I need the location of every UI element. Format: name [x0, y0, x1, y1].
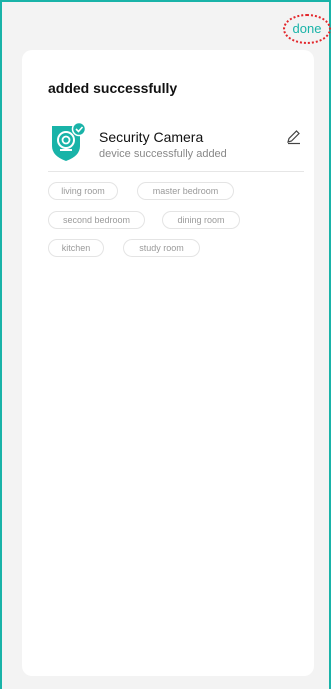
room-chip-study-room[interactable]: study room	[123, 239, 200, 257]
room-chip-second-bedroom[interactable]: second bedroom	[48, 211, 145, 229]
edit-pencil-icon[interactable]	[286, 129, 302, 145]
room-chip-dining-room[interactable]: dining room	[162, 211, 240, 229]
device-status: device successfully added	[99, 148, 227, 160]
security-camera-icon	[52, 122, 87, 161]
device-name: Security Camera	[99, 129, 204, 145]
device-added-card: added successfully Security Camera devic…	[22, 50, 314, 676]
app-frame: done added successfully Security Camera …	[0, 0, 331, 689]
room-chip-master-bedroom[interactable]: master bedroom	[137, 182, 234, 200]
done-button[interactable]: done	[283, 14, 331, 44]
device-row: Security Camera device successfully adde…	[48, 121, 304, 172]
room-chip-kitchen[interactable]: kitchen	[48, 239, 104, 257]
page-title: added successfully	[48, 80, 178, 96]
room-chip-living-room[interactable]: living room	[48, 182, 118, 200]
